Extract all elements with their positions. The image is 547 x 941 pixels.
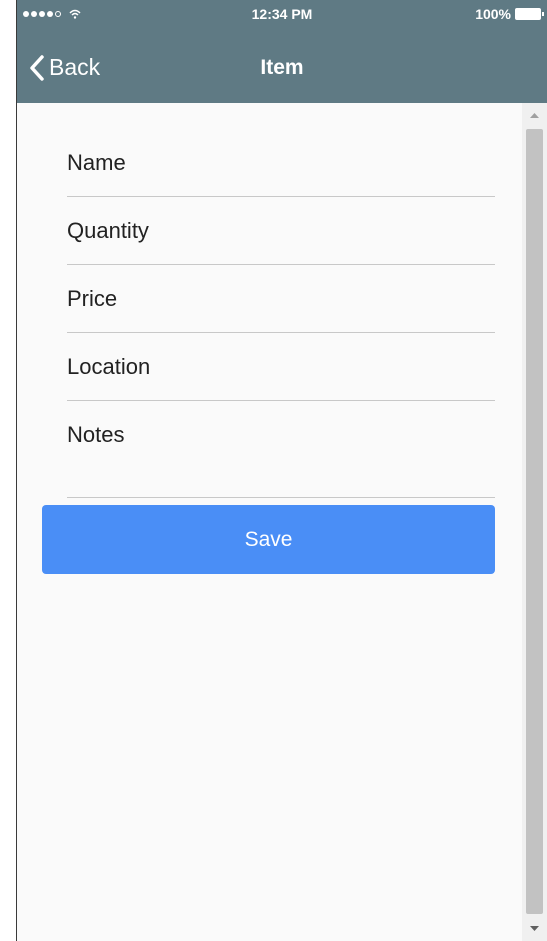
name-field-label: Name [67, 150, 126, 175]
quantity-field-label: Quantity [67, 218, 149, 243]
price-field-label: Price [67, 286, 118, 311]
location-field[interactable]: Location [67, 333, 495, 401]
scrollbar[interactable] [522, 103, 547, 941]
scroll-up-arrow-icon[interactable] [522, 103, 547, 127]
page-title: Item [260, 56, 304, 79]
navigation-bar: Back Item [17, 42, 547, 98]
scroll-down-arrow-icon[interactable] [522, 917, 547, 941]
status-bar: 12:34 PM 100% [17, 0, 547, 32]
price-field[interactable]: Price [67, 265, 495, 333]
quantity-field[interactable]: Quantity [67, 197, 495, 265]
battery-percent: 100% [475, 6, 511, 22]
form-content: Name Quantity Price Location Notes Save [17, 103, 522, 941]
notes-field[interactable]: Notes [67, 401, 495, 498]
scroll-thumb[interactable] [526, 129, 543, 914]
phone-screen: 12:34 PM 100% Back Item Name Quantity Pr… [17, 0, 547, 941]
top-bar: 12:34 PM 100% Back Item [17, 0, 547, 103]
battery-indicator: 100% [475, 6, 544, 22]
save-button[interactable]: Save [42, 505, 495, 574]
name-field[interactable]: Name [67, 133, 495, 197]
notes-field-label: Notes [67, 422, 125, 447]
battery-icon [515, 8, 544, 20]
location-field-label: Location [67, 354, 151, 379]
status-time: 12:34 PM [251, 6, 313, 22]
